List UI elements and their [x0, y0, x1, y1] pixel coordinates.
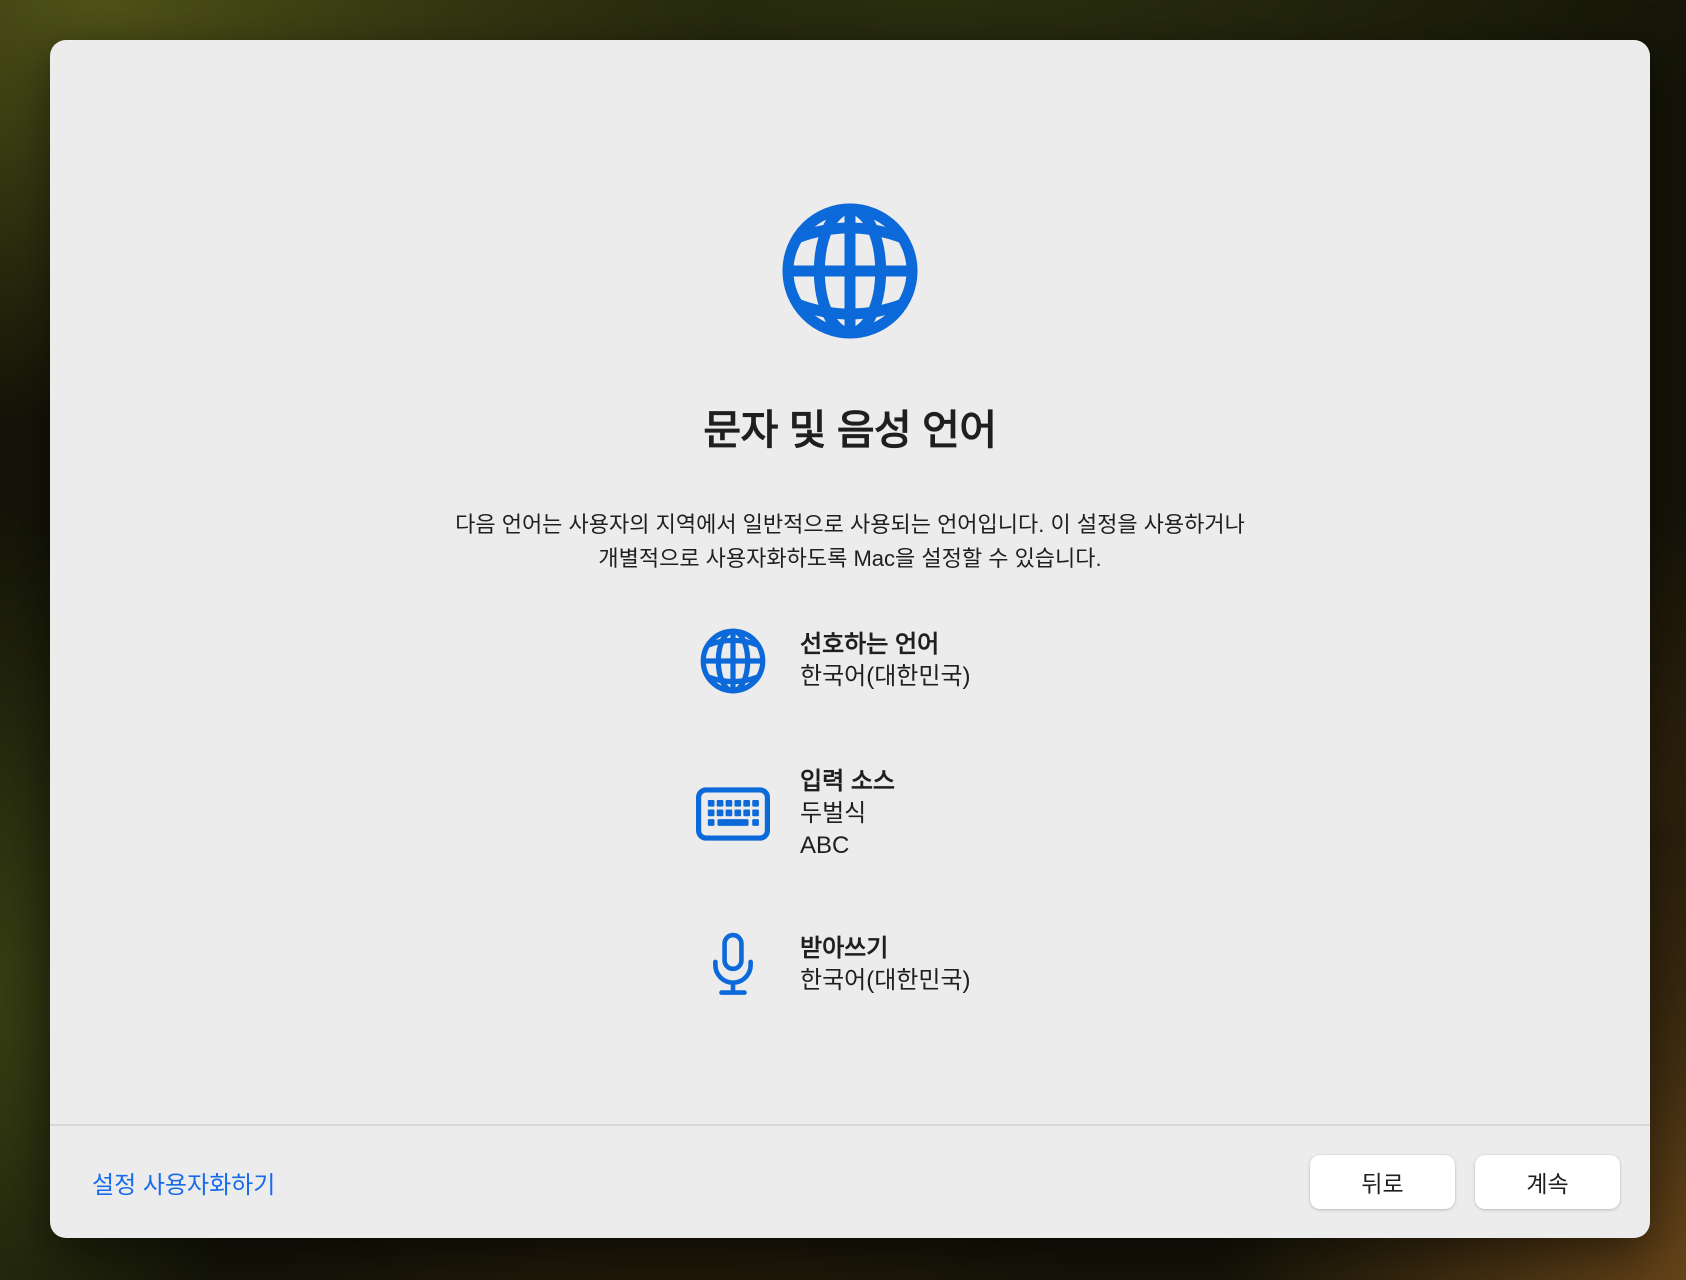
preferred-language-value: 한국어(대한민국) [800, 661, 971, 693]
globe-hero-icon [777, 198, 923, 344]
description-line-2: 개별적으로 사용자화하도록 Mac을 설정할 수 있습니다. [50, 542, 1650, 576]
globe-icon [698, 626, 768, 696]
list-item-preferred-language: 선호하는 언어 한국어(대한민국) [696, 626, 1596, 696]
language-settings-list: 선호하는 언어 한국어(대한민국) 입력 소스 두벌식 ABC 받아쓰기 한국어… [696, 626, 1596, 998]
preferred-language-label: 선호하는 언어 [800, 629, 971, 661]
page-description: 다음 언어는 사용자의 지역에서 일반적으로 사용되는 언어입니다. 이 설정을… [50, 508, 1650, 576]
footer-bar: 설정 사용자화하기 뒤로 계속 [50, 1126, 1650, 1238]
customize-settings-link[interactable]: 설정 사용자화하기 [92, 1165, 275, 1200]
microphone-icon [710, 932, 756, 998]
continue-button[interactable]: 계속 [1475, 1155, 1620, 1209]
input-source-value-2: ABC [800, 830, 895, 862]
input-sources-label: 입력 소스 [800, 766, 895, 798]
setup-assistant-window: 문자 및 음성 언어 다음 언어는 사용자의 지역에서 일반적으로 사용되는 언… [50, 40, 1650, 1238]
back-button[interactable]: 뒤로 [1310, 1155, 1455, 1209]
dictation-value: 한국어(대한민국) [800, 965, 971, 997]
list-item-input-sources: 입력 소스 두벌식 ABC [696, 766, 1596, 862]
dictation-label: 받아쓰기 [800, 933, 971, 965]
list-item-dictation: 받아쓰기 한국어(대한민국) [696, 932, 1596, 998]
page-title: 문자 및 음성 언어 [50, 396, 1650, 456]
input-source-value-1: 두벌식 [800, 798, 895, 830]
keyboard-icon [696, 787, 770, 841]
description-line-1: 다음 언어는 사용자의 지역에서 일반적으로 사용되는 언어입니다. 이 설정을… [50, 508, 1650, 542]
